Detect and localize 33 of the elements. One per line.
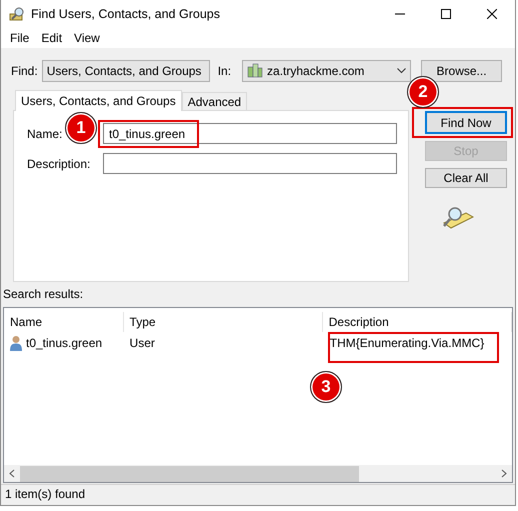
domain-icon bbox=[247, 63, 264, 79]
table-cell: User bbox=[130, 336, 155, 350]
browse-button[interactable]: Browse... bbox=[421, 60, 502, 82]
step-marker: 2 bbox=[407, 76, 439, 108]
menu-item[interactable]: Edit bbox=[35, 30, 68, 44]
field-label: Name: bbox=[27, 126, 62, 140]
column-header[interactable]: Type bbox=[124, 312, 323, 332]
close-icon bbox=[487, 8, 497, 18]
input-field[interactable] bbox=[103, 153, 397, 174]
menu-item[interactable]: File bbox=[4, 30, 36, 44]
find-label: Find: bbox=[11, 64, 38, 78]
tab[interactable]: Users, Contacts, and Groups bbox=[15, 90, 182, 111]
find-dropdown[interactable]: Users, Contacts, and Groups bbox=[42, 60, 210, 82]
user-icon bbox=[10, 335, 22, 351]
in-dropdown[interactable]: za.tryhackme.com bbox=[242, 60, 412, 82]
status-text: 1 item(s) found bbox=[5, 487, 86, 501]
action-button[interactable]: Clear All bbox=[425, 168, 507, 188]
column-header[interactable]: Description bbox=[322, 312, 512, 332]
input-field[interactable]: t0_tinus.green bbox=[103, 123, 397, 144]
action-button[interactable]: Find Now bbox=[425, 111, 507, 134]
maximize-icon bbox=[441, 8, 451, 18]
table-cell: THM{Enumerating.Via.MMC} bbox=[330, 336, 484, 350]
table-cell: t0_tinus.green bbox=[26, 336, 102, 350]
tab[interactable]: Advanced bbox=[182, 92, 248, 110]
magnifier-icon bbox=[9, 6, 25, 22]
search-results-label: Search results: bbox=[3, 287, 84, 301]
in-label: In: bbox=[218, 64, 232, 78]
chevron-down-icon bbox=[397, 68, 406, 74]
column-header[interactable]: Name bbox=[4, 312, 124, 332]
window-title: Find Users, Contacts, and Groups bbox=[31, 6, 221, 20]
menu-item[interactable]: View bbox=[68, 30, 106, 44]
search-icon bbox=[440, 205, 474, 231]
field-label: Description: bbox=[27, 156, 90, 170]
